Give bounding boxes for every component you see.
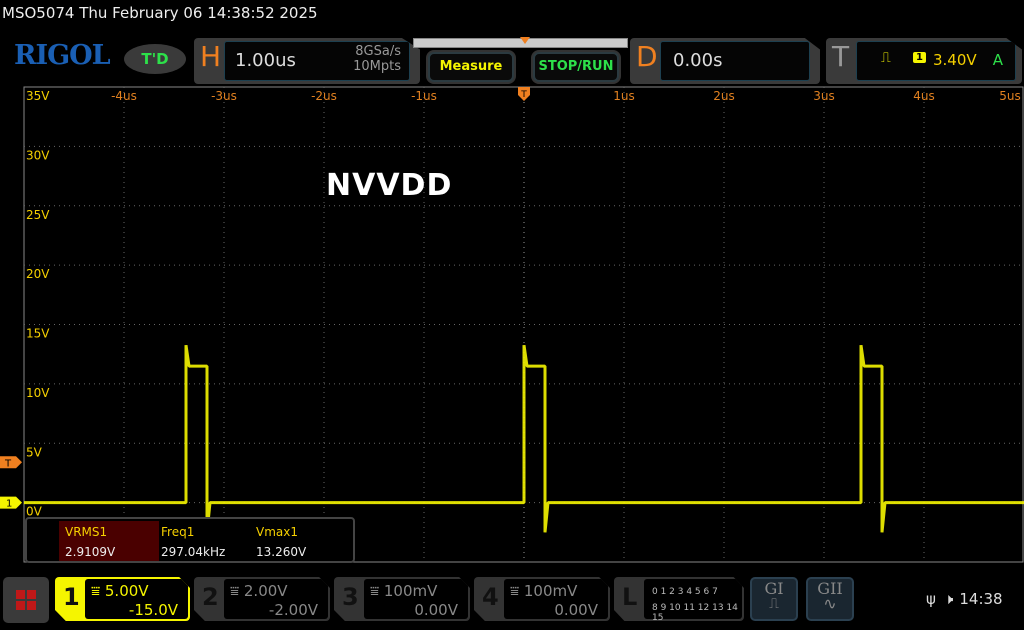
- y-tick-label: 20V: [26, 267, 50, 281]
- logic-letter: L: [622, 583, 638, 611]
- trigger-mode: A: [992, 51, 1003, 69]
- channel-number: 2: [202, 583, 219, 611]
- measurement-name: Vmax1: [256, 525, 298, 539]
- channel-settings: ⩸ 100mV 0.00V: [504, 579, 608, 619]
- square-wave-icon: ⎍: [769, 596, 779, 612]
- scale-value: 2.00V: [243, 582, 288, 600]
- window-title: MSO5074 Thu February 06 14:38:52 2025: [2, 4, 318, 22]
- measurement-value: 2.9109V: [65, 545, 116, 559]
- horizontal-letter: H: [200, 40, 222, 73]
- channel-scale: ⩸ 2.00V: [230, 582, 288, 600]
- memory-depth: 10Mpts: [353, 59, 401, 74]
- sine-wave-icon: ∿: [823, 594, 837, 613]
- trigger-position-icon: [520, 37, 530, 44]
- y-tick-label: 25V: [26, 208, 50, 222]
- delay-display: 0.00s: [660, 41, 810, 81]
- menu-icon: [16, 590, 25, 599]
- channel-offset: -15.0V: [128, 601, 178, 619]
- y-tick-label: 5V: [26, 445, 43, 459]
- trigger-status-badge: T'D: [124, 44, 186, 74]
- scale-value: 100mV: [523, 582, 578, 600]
- channel-number: 1: [63, 583, 80, 611]
- x-tick-label: -2us: [311, 89, 337, 103]
- trigger-letter: T: [832, 40, 850, 73]
- x-tick-label: 3us: [813, 89, 835, 103]
- trigger-panel[interactable]: T ⎍ 1 3.40V A: [826, 38, 1022, 84]
- channel-number: 3: [342, 583, 359, 611]
- timebase-scale: 1.00us: [235, 50, 296, 71]
- measure-button[interactable]: Measure: [428, 52, 514, 82]
- logic-row-2: 8 9 10 11 12 13 14 15: [652, 603, 738, 623]
- trigger-time-marker-label: T: [520, 90, 527, 100]
- menu-icon-cell: [27, 601, 36, 610]
- sample-rate: 8GSa/s: [355, 44, 401, 59]
- status-area: ψ 🕨 14:38: [926, 590, 1003, 608]
- delay-value: 0.00s: [673, 50, 723, 71]
- rigol-logo: RIGOL: [14, 40, 111, 71]
- menu-icon-cell: [16, 601, 25, 610]
- menu-icon-cell: [27, 590, 36, 599]
- channel-offset: -2.00V: [268, 601, 318, 619]
- usb-icon: ψ: [926, 590, 936, 608]
- ch1-waveform: [24, 344, 1024, 533]
- x-tick-label: 1us: [613, 89, 635, 103]
- channel-number: 4: [482, 583, 499, 611]
- measurement-vrms[interactable]: VRMS1 2.9109V: [59, 521, 159, 561]
- scale-value: 5.00V: [104, 582, 149, 600]
- y-tick-label: 10V: [26, 386, 50, 400]
- channel-settings: ⩸ 5.00V -15.0V: [85, 579, 188, 619]
- channel-settings: ⩸ 100mV 0.00V: [364, 579, 468, 619]
- trigger-display: ⎍ 1 3.40V A: [856, 41, 1016, 81]
- x-tick-label: -4us: [111, 89, 137, 103]
- channel-1-button[interactable]: 1 ⩸ 5.00V -15.0V: [55, 577, 190, 621]
- x-tick-label: -1us: [411, 89, 437, 103]
- scale-value: 100mV: [383, 582, 438, 600]
- channel-offset: 0.00V: [554, 601, 598, 619]
- channel-scale: ⩸ 100mV: [370, 582, 438, 600]
- channel-3-button[interactable]: 3 ⩸ 100mV 0.00V: [334, 577, 470, 621]
- clock: 14:38: [959, 590, 1003, 608]
- channel-settings: ⩸ 2.00V -2.00V: [224, 579, 328, 619]
- stop-run-button[interactable]: STOP/RUN: [533, 52, 619, 82]
- ch1-offset-marker-label: 1: [6, 499, 12, 510]
- generator-2-button[interactable]: GII ∿: [806, 577, 854, 621]
- channel-scale: ⩸ 5.00V: [91, 582, 149, 600]
- x-tick-label: -3us: [211, 89, 237, 103]
- delay-letter: D: [636, 40, 658, 73]
- measurement-value: 13.260V: [256, 545, 307, 559]
- y-tick-label: 30V: [26, 148, 50, 162]
- waveform-annotation: NVVDD: [326, 168, 453, 203]
- measurement-name: Freq1: [161, 525, 195, 539]
- measurement-panel: VRMS1 2.9109V Freq1 297.04kHz Vmax1 13.260V: [25, 517, 355, 563]
- y-tick-label: 15V: [26, 327, 50, 341]
- generator-1-button[interactable]: GI ⎍: [750, 577, 798, 621]
- measurement-vmax[interactable]: Vmax1 13.260V: [250, 521, 346, 561]
- measurement-freq[interactable]: Freq1 297.04kHz: [155, 521, 251, 561]
- measurement-value: 297.04kHz: [161, 545, 226, 559]
- waveform-display[interactable]: -4us -3us -2us -1us 1us 2us 3us 4us 5us 35V 30V 25V…: [0, 86, 1024, 566]
- logic-analyzer-button[interactable]: L 0 1 2 3 4 5 6 7 8 9 10 11 12 13 14 15: [614, 577, 744, 621]
- trigger-source: 1: [913, 52, 926, 63]
- y-tick-label: 35V: [26, 89, 50, 103]
- delay-panel[interactable]: D 0.00s: [630, 38, 820, 84]
- trigger-level-marker-label: T: [4, 458, 12, 469]
- x-tick-label: 5us: [999, 89, 1021, 103]
- channel-2-button[interactable]: 2 ⩸ 2.00V -2.00V: [194, 577, 330, 621]
- horizontal-display: 1.00us 8GSa/s 10Mpts: [224, 41, 410, 81]
- speaker-muted-icon[interactable]: 🕨: [944, 590, 953, 608]
- rising-edge-icon: ⎍: [881, 50, 891, 66]
- horizontal-panel[interactable]: H 1.00us 8GSa/s 10Mpts: [194, 38, 420, 84]
- logic-channels: 0 1 2 3 4 5 6 7 8 9 10 11 12 13 14 15: [644, 579, 742, 621]
- channel-scale: ⩸ 100mV: [510, 582, 578, 600]
- measurement-name: VRMS1: [65, 525, 108, 539]
- main-menu-button[interactable]: [3, 577, 49, 623]
- x-tick-label: 4us: [913, 89, 935, 103]
- logic-row-1: 0 1 2 3 4 5 6 7: [652, 587, 718, 597]
- x-tick-label: 2us: [713, 89, 735, 103]
- memory-position-bar[interactable]: [413, 37, 628, 48]
- channel-4-button[interactable]: 4 ⩸ 100mV 0.00V: [474, 577, 610, 621]
- trigger-level: 3.40V: [933, 51, 977, 69]
- channel-offset: 0.00V: [414, 601, 458, 619]
